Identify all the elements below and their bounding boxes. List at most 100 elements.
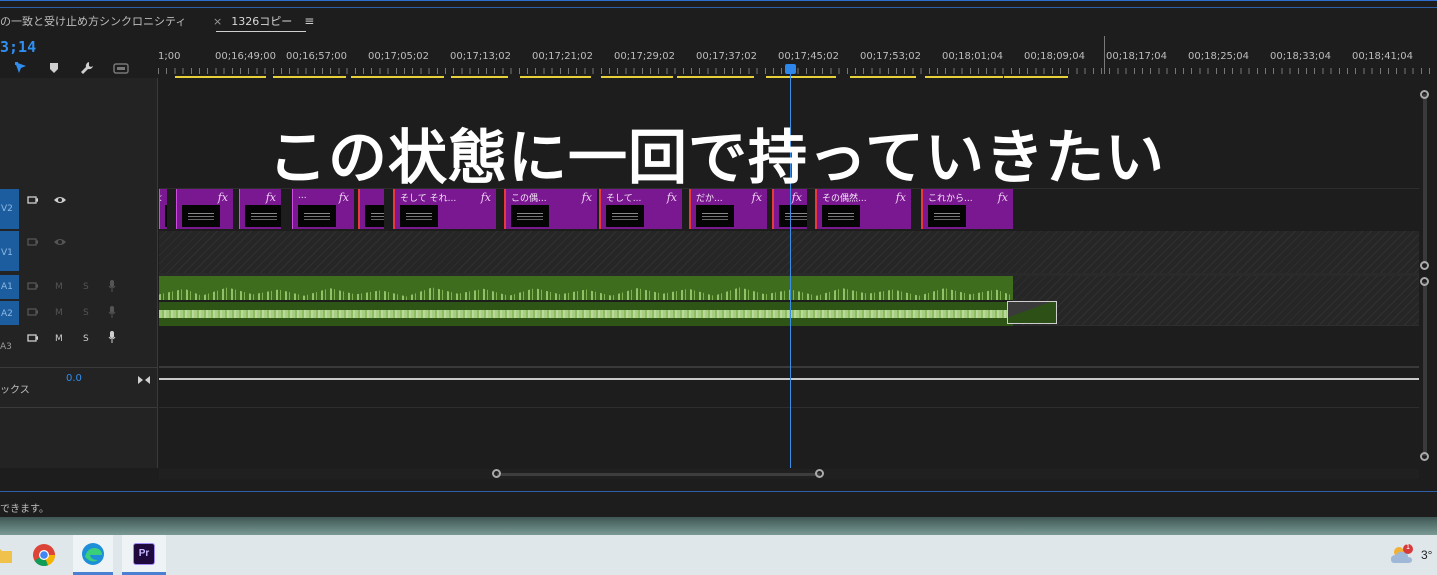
ruler-time-label: 00;16;49;00 bbox=[215, 51, 277, 62]
mute-button[interactable]: M bbox=[55, 334, 63, 344]
video-clip[interactable]: これから... fx bbox=[921, 189, 1013, 229]
sync-lock-icon[interactable] bbox=[27, 195, 39, 208]
video-clip[interactable] bbox=[358, 189, 384, 229]
video-clip[interactable]: fx bbox=[176, 189, 233, 229]
video-clip[interactable]: だか... fx bbox=[689, 189, 767, 229]
scroll-handle[interactable] bbox=[1420, 452, 1429, 461]
track-v1-empty bbox=[159, 231, 1419, 273]
audio-clip-a1[interactable] bbox=[159, 276, 1013, 300]
sync-lock-icon[interactable] bbox=[27, 307, 39, 320]
audio-clip-tail-selected[interactable] bbox=[1007, 301, 1057, 324]
solo-button[interactable]: S bbox=[83, 282, 89, 292]
sync-lock-icon[interactable] bbox=[27, 333, 39, 346]
playhead-handle[interactable] bbox=[785, 64, 796, 74]
audio-clip-a2[interactable] bbox=[159, 302, 1013, 326]
file-explorer-icon[interactable] bbox=[0, 535, 22, 575]
timecode-display[interactable]: 3;14 bbox=[0, 38, 36, 56]
ruler-time-label: 00;17;13;02 bbox=[450, 51, 512, 62]
ruler-time-label: 00;17;29;02 bbox=[614, 51, 676, 62]
track-label: A2 bbox=[1, 309, 13, 319]
weather-badge: 1 bbox=[1405, 543, 1411, 551]
eye-icon[interactable] bbox=[53, 195, 67, 208]
horizontal-scroll-thumb[interactable] bbox=[497, 473, 820, 476]
microphone-icon[interactable] bbox=[108, 280, 116, 295]
mix-volume-value[interactable]: 0.0 bbox=[66, 373, 82, 384]
video-clip[interactable]: fx bbox=[239, 189, 281, 229]
captions-icon[interactable] bbox=[112, 60, 130, 76]
solo-button[interactable]: S bbox=[83, 308, 89, 318]
ruler-time-label: 00;18;17;04 bbox=[1106, 51, 1168, 62]
scroll-handle[interactable] bbox=[1420, 90, 1429, 99]
ruler-time-label: 00;18;41;04 bbox=[1352, 51, 1414, 62]
ruler-time-label: 00;18;09;04 bbox=[1024, 51, 1086, 62]
eye-icon[interactable] bbox=[53, 237, 67, 250]
video-clip[interactable]: そして... fx bbox=[599, 189, 682, 229]
scroll-handle-left[interactable] bbox=[492, 469, 501, 478]
scroll-handle-right[interactable] bbox=[815, 469, 824, 478]
status-bar: できます。 bbox=[0, 491, 1437, 517]
close-icon[interactable]: × bbox=[213, 15, 222, 28]
status-text: できます。 bbox=[0, 504, 49, 515]
snap-icon[interactable] bbox=[12, 60, 30, 76]
video-clip[interactable]: そして それ... fx bbox=[393, 189, 496, 229]
clip-thumbnail bbox=[400, 205, 438, 227]
mute-button[interactable]: M bbox=[55, 308, 63, 318]
menu-icon[interactable]: ≡ bbox=[304, 14, 314, 28]
ruler-time-label: 00;17;53;02 bbox=[860, 51, 922, 62]
sync-lock-icon[interactable] bbox=[27, 237, 39, 250]
track-a-empty bbox=[1013, 276, 1419, 326]
tab-bar: の一致と受け止め方シンクロニシティ × 1326コピー ≡ bbox=[0, 0, 1437, 34]
mix-track-label: ックス bbox=[0, 385, 30, 396]
ruler-time-label: 00;16;57;00 bbox=[286, 51, 348, 62]
track-headers: V2 V1 A1 A2 A3 M S M S M S ックス 0.0 bbox=[0, 78, 158, 468]
vertical-scrollbar-video[interactable] bbox=[1423, 94, 1427, 264]
fx-badge-icon: fx bbox=[217, 191, 228, 204]
track-target-a2[interactable]: A2 bbox=[0, 301, 19, 325]
clip-thumbnail bbox=[696, 205, 734, 227]
track-label-a3: A3 bbox=[0, 342, 12, 352]
clip-thumbnail bbox=[165, 205, 167, 227]
scroll-handle[interactable] bbox=[1420, 261, 1429, 270]
tab-sequence-1[interactable]: の一致と受け止め方シンクロニシティ bbox=[0, 13, 186, 29]
scroll-handle[interactable] bbox=[1420, 277, 1429, 286]
mix-volume-line[interactable] bbox=[159, 378, 1419, 380]
video-clip[interactable]: ... fx bbox=[292, 189, 354, 229]
sync-lock-icon[interactable] bbox=[27, 281, 39, 294]
clip-thumbnail bbox=[928, 205, 966, 227]
go-to-end-icon[interactable] bbox=[138, 370, 150, 389]
solo-button[interactable]: S bbox=[83, 334, 89, 344]
track-target-v1[interactable]: V1 bbox=[0, 231, 19, 271]
track-label: A1 bbox=[1, 282, 13, 292]
mute-button[interactable]: M bbox=[55, 282, 63, 292]
desktop-strip bbox=[0, 517, 1437, 535]
premiere-pro-icon[interactable]: Pr bbox=[122, 535, 166, 575]
clip-thumbnail bbox=[511, 205, 549, 227]
weather-icon[interactable]: 1 bbox=[1389, 543, 1415, 569]
chrome-icon[interactable] bbox=[24, 535, 64, 575]
microphone-icon[interactable] bbox=[108, 306, 116, 321]
edge-icon[interactable] bbox=[73, 535, 113, 575]
marker-icon[interactable] bbox=[45, 60, 63, 76]
wrench-icon[interactable] bbox=[78, 60, 96, 76]
fx-badge-icon: fx bbox=[160, 191, 162, 204]
premiere-pro-label: Pr bbox=[133, 542, 155, 565]
video-clip[interactable]: その偶然... fx bbox=[815, 189, 911, 229]
time-ruler[interactable]: 1;00 00;16;49;00 00;16;57;00 00;17;05;02 00;… bbox=[158, 34, 1437, 78]
video-clip[interactable]: この偶... fx bbox=[504, 189, 597, 229]
track-label: V2 bbox=[1, 204, 13, 214]
clip-thumbnail bbox=[182, 205, 220, 227]
tab-sequence-active[interactable]: × 1326コピー ≡ bbox=[213, 13, 314, 29]
clip-thumbnail bbox=[779, 205, 807, 227]
ruler-time-label: 00;17;05;02 bbox=[368, 51, 430, 62]
track-target-v2[interactable]: V2 bbox=[0, 189, 19, 229]
ruler-time-label: 00;17;37;02 bbox=[696, 51, 758, 62]
clip-thumbnail bbox=[822, 205, 860, 227]
temperature-text: 3° bbox=[1421, 548, 1433, 562]
microphone-icon[interactable] bbox=[108, 331, 116, 346]
ruler-time-label: 00;17;21;02 bbox=[532, 51, 594, 62]
tab-label: の一致と受け止め方シンクロニシティ bbox=[0, 15, 187, 28]
video-clip[interactable]: fx bbox=[159, 189, 167, 229]
vertical-scrollbar-audio[interactable] bbox=[1423, 282, 1427, 456]
track-target-a1[interactable]: A1 bbox=[0, 275, 19, 299]
clip-thumbnail bbox=[245, 205, 281, 227]
